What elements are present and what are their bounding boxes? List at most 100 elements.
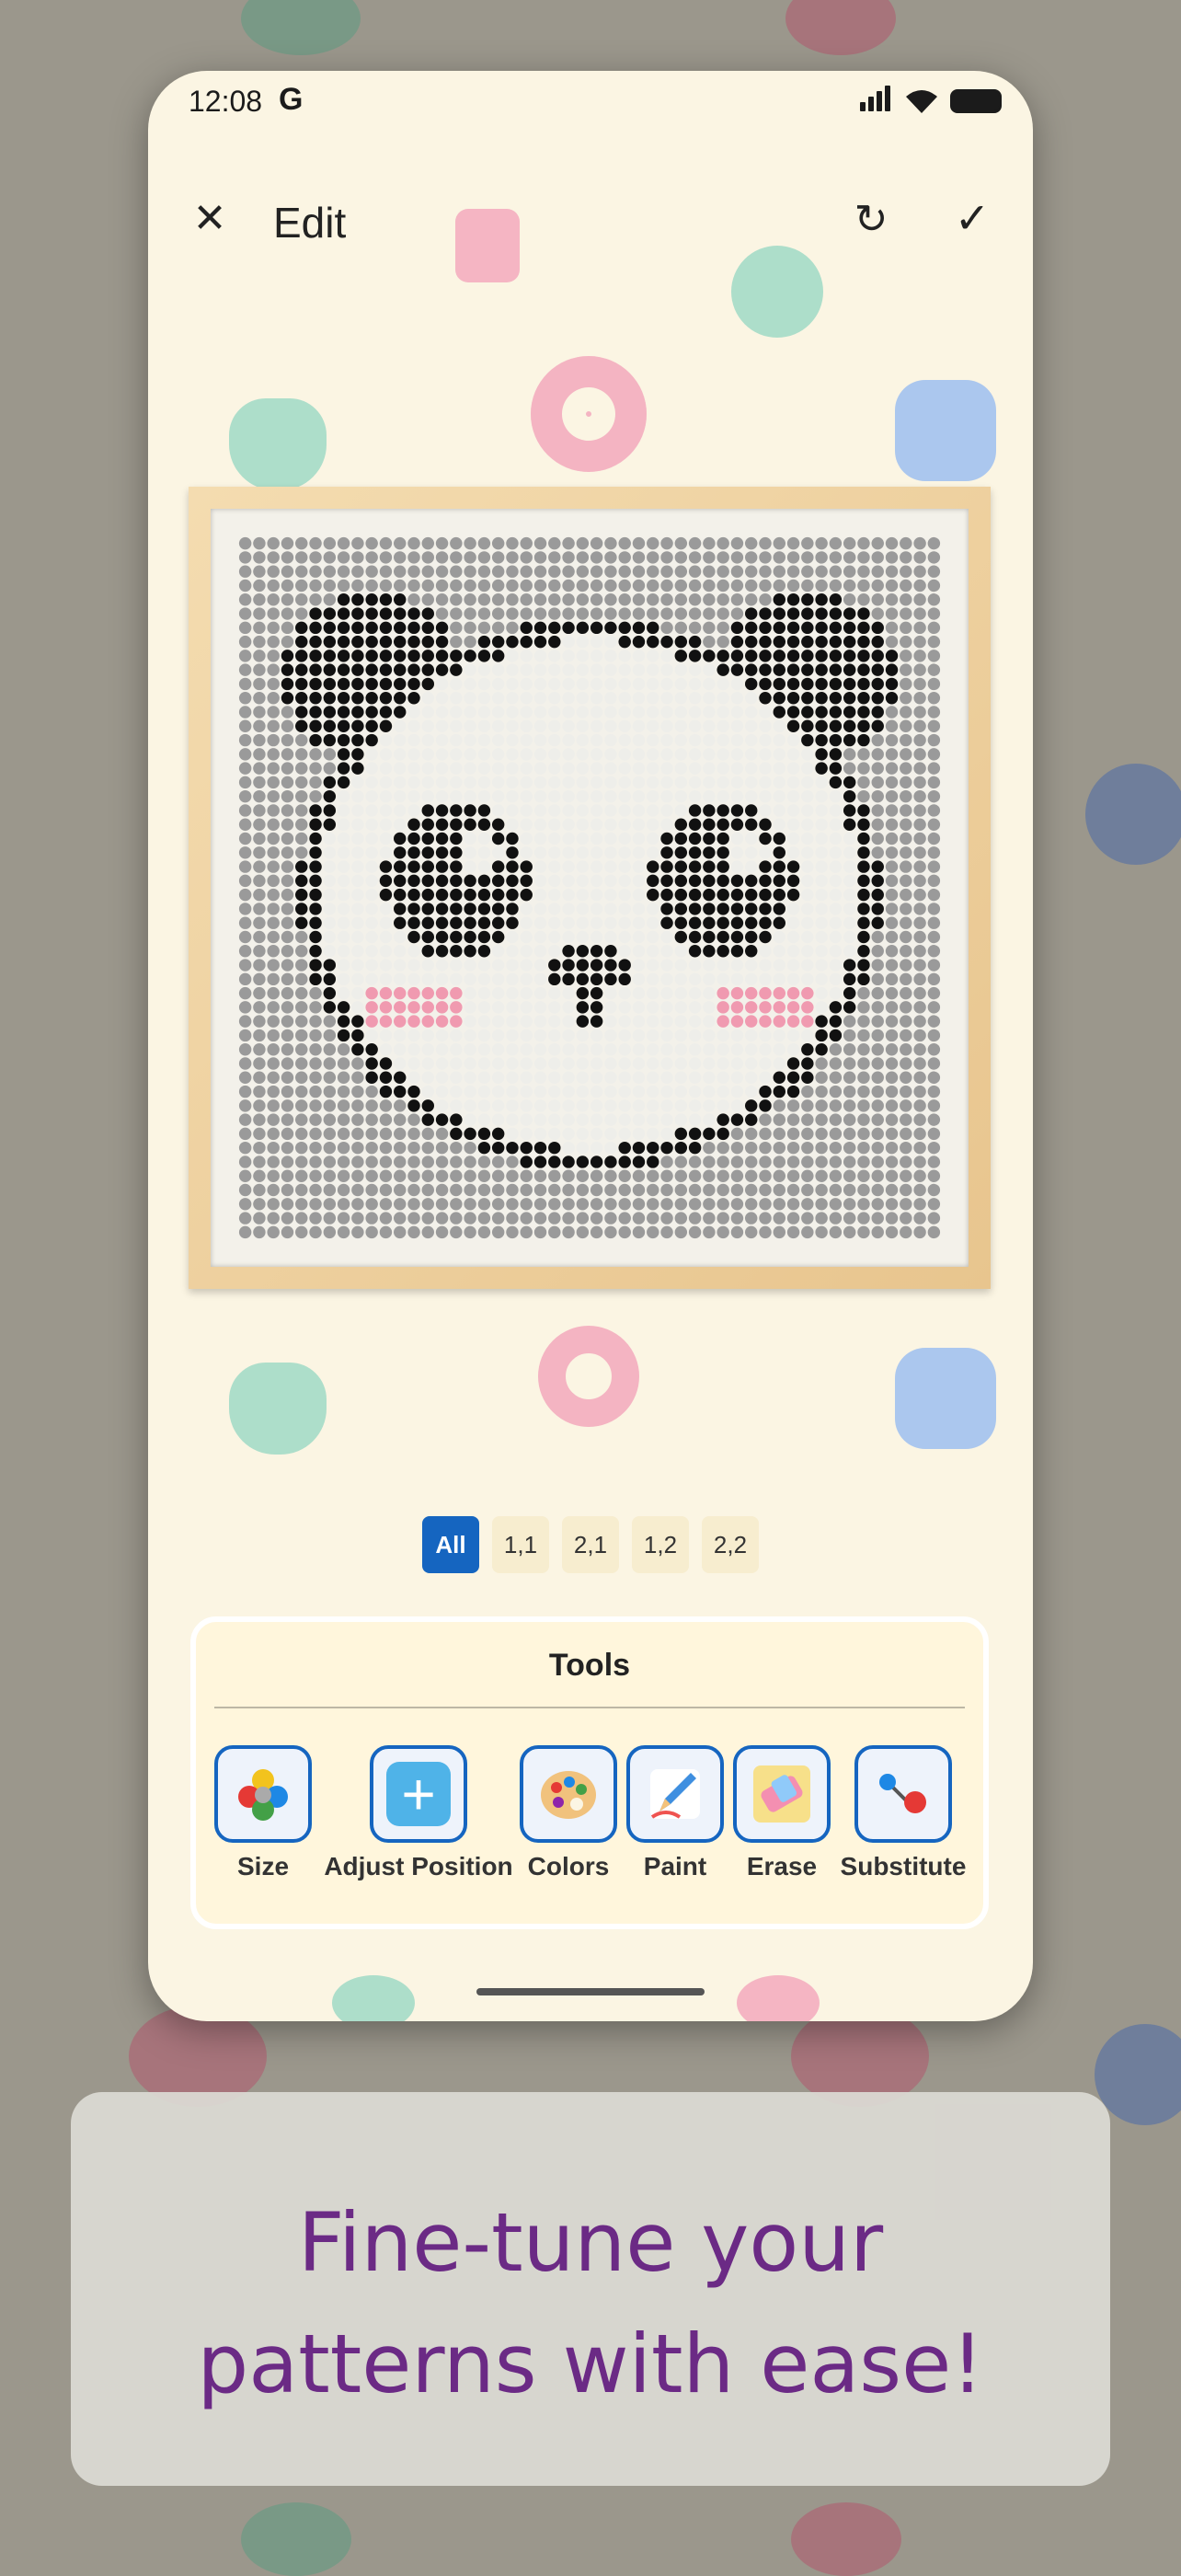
bead-cell[interactable] (688, 1141, 702, 1155)
bead-cell[interactable] (703, 930, 716, 944)
bead-cell[interactable] (379, 1057, 393, 1070)
bead-cell[interactable] (379, 551, 393, 564)
bead-cell[interactable] (843, 1099, 856, 1112)
bead-cell[interactable] (913, 903, 926, 915)
bead-cell[interactable] (435, 930, 449, 944)
bead-cell[interactable] (801, 593, 814, 606)
bead-cell[interactable] (253, 818, 266, 831)
bead-cell[interactable] (281, 972, 294, 986)
bead-cell[interactable] (759, 1015, 772, 1028)
bead-cell[interactable] (590, 1099, 603, 1112)
bead-cell[interactable] (703, 565, 716, 578)
bead-cell[interactable] (730, 579, 744, 592)
bead-cell[interactable] (520, 832, 533, 845)
bead-cell[interactable] (576, 916, 590, 929)
bead-cell[interactable] (562, 776, 575, 789)
bead-cell[interactable] (759, 733, 772, 747)
bead-cell[interactable] (759, 1198, 772, 1211)
bead-cell[interactable] (464, 748, 476, 761)
bead-cell[interactable] (618, 1141, 631, 1155)
bead-cell[interactable] (815, 719, 828, 733)
bead-cell[interactable] (773, 846, 786, 859)
bead-cell[interactable] (660, 593, 673, 606)
bead-cell[interactable] (253, 536, 266, 550)
bead-cell[interactable] (857, 1085, 870, 1098)
bead-cell[interactable] (309, 804, 322, 817)
bead-cell[interactable] (491, 874, 505, 888)
bead-cell[interactable] (281, 1183, 294, 1197)
bead-cell[interactable] (744, 972, 758, 986)
bead-cell[interactable] (660, 832, 673, 845)
bead-cell[interactable] (435, 536, 449, 550)
bead-cell[interactable] (927, 945, 941, 958)
bead-cell[interactable] (618, 621, 631, 635)
bead-cell[interactable] (632, 719, 646, 733)
bead-cell[interactable] (379, 1113, 393, 1126)
bead-cell[interactable] (815, 706, 828, 719)
bead-cell[interactable] (647, 1169, 659, 1182)
bead-cell[interactable] (365, 1156, 378, 1168)
bead-cell[interactable] (520, 846, 533, 859)
bead-cell[interactable] (464, 1212, 476, 1225)
bead-cell[interactable] (407, 959, 420, 972)
bead-cell[interactable] (351, 832, 364, 845)
bead-cell[interactable] (688, 846, 702, 859)
bead-cell[interactable] (786, 551, 800, 564)
bead-cell[interactable] (927, 972, 941, 986)
bead-cell[interactable] (337, 706, 350, 719)
bead-cell[interactable] (674, 762, 688, 775)
bead-cell[interactable] (238, 1198, 252, 1211)
bead-cell[interactable] (815, 776, 828, 789)
bead-cell[interactable] (533, 860, 547, 873)
bead-cell[interactable] (323, 579, 337, 592)
bead-cell[interactable] (843, 986, 856, 1000)
bead-cell[interactable] (786, 593, 800, 606)
bead-cell[interactable] (632, 1169, 646, 1182)
bead-cell[interactable] (238, 1141, 252, 1155)
bead-cell[interactable] (491, 1183, 505, 1197)
bead-cell[interactable] (267, 832, 280, 845)
bead-cell[interactable] (801, 1127, 814, 1141)
bead-cell[interactable] (773, 972, 786, 986)
bead-cell[interactable] (253, 565, 266, 578)
bead-cell[interactable] (393, 579, 407, 592)
bead-cell[interactable] (295, 1212, 308, 1225)
bead-cell[interactable] (744, 593, 758, 606)
bead-cell[interactable] (520, 719, 533, 733)
bead-cell[interactable] (450, 1042, 463, 1056)
bead-cell[interactable] (464, 818, 476, 831)
bead-cell[interactable] (885, 1001, 899, 1014)
bead-cell[interactable] (927, 1099, 941, 1112)
bead-cell[interactable] (744, 1042, 758, 1056)
bead-cell[interactable] (688, 903, 702, 915)
bead-cell[interactable] (520, 536, 533, 550)
bead-cell[interactable] (786, 1029, 800, 1042)
bead-cell[interactable] (703, 1071, 716, 1085)
bead-cell[interactable] (323, 1127, 337, 1141)
bead-cell[interactable] (801, 1225, 814, 1239)
bead-cell[interactable] (421, 719, 435, 733)
bead-cell[interactable] (927, 832, 941, 845)
bead-cell[interactable] (815, 903, 828, 915)
bead-cell[interactable] (647, 536, 659, 550)
bead-cell[interactable] (267, 593, 280, 606)
tab-2-2[interactable]: 2,2 (702, 1516, 759, 1573)
bead-cell[interactable] (477, 959, 491, 972)
bead-cell[interactable] (450, 818, 463, 831)
bead-cell[interactable] (267, 888, 280, 902)
bead-cell[interactable] (759, 832, 772, 845)
bead-cell[interactable] (379, 635, 393, 649)
bead-cell[interactable] (464, 706, 476, 719)
bead-cell[interactable] (464, 536, 476, 550)
bead-cell[interactable] (801, 607, 814, 620)
bead-cell[interactable] (533, 663, 547, 676)
bead-cell[interactable] (913, 959, 926, 972)
bead-cell[interactable] (506, 846, 519, 859)
bead-cell[interactable] (253, 1212, 266, 1225)
bead-cell[interactable] (337, 776, 350, 789)
bead-cell[interactable] (618, 1057, 631, 1070)
bead-cell[interactable] (717, 874, 729, 888)
bead-cell[interactable] (520, 945, 533, 958)
bead-cell[interactable] (759, 1071, 772, 1085)
bead-cell[interactable] (365, 1183, 378, 1197)
